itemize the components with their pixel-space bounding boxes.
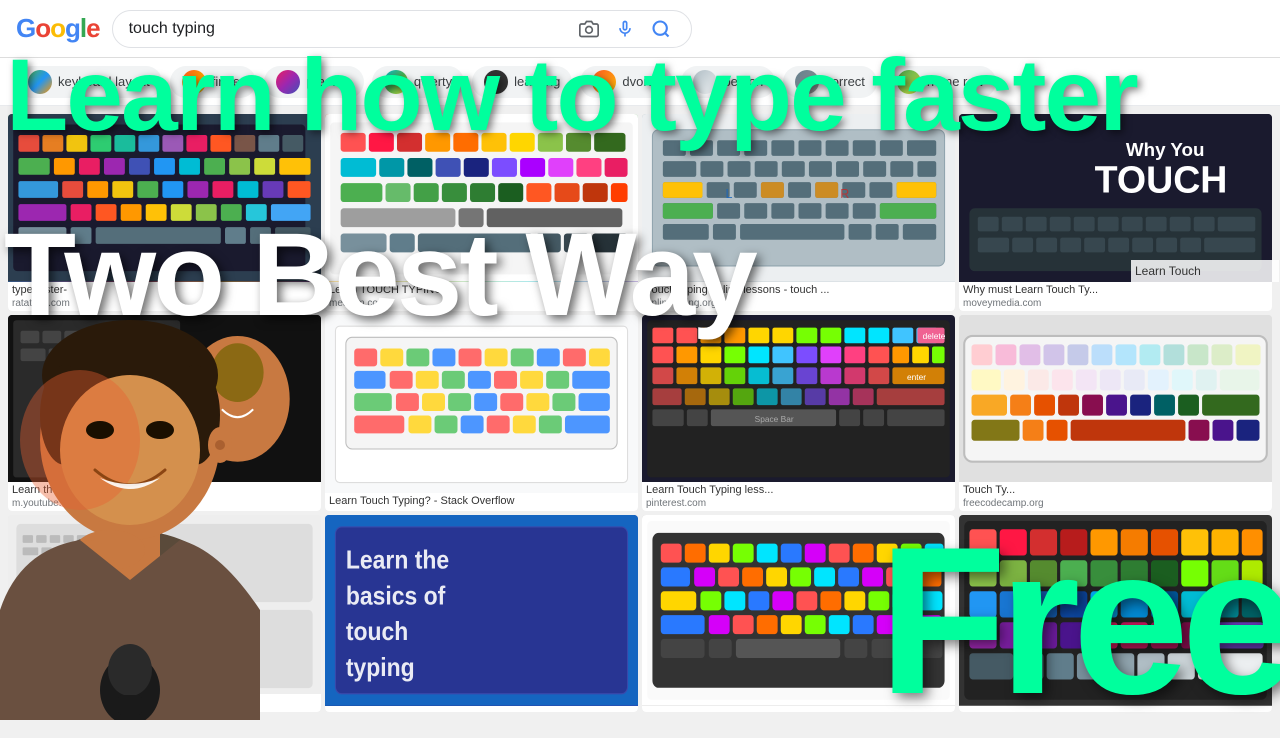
svg-text:basics of: basics of bbox=[346, 582, 446, 611]
image-source-3: onlinetyping.org bbox=[642, 298, 955, 311]
image-source-6 bbox=[325, 509, 638, 511]
image-thumb-6 bbox=[325, 315, 638, 494]
mic-search-icon[interactable] bbox=[611, 15, 639, 43]
svg-text:Learn the: Learn the bbox=[346, 547, 449, 576]
svg-text:TOUCH: TOUCH bbox=[1095, 159, 1228, 201]
search-box[interactable] bbox=[112, 10, 692, 48]
chip-qwerty[interactable]: qwerty bbox=[372, 66, 464, 98]
image-thumb-8 bbox=[959, 315, 1272, 483]
image-thumb-3: L R bbox=[642, 114, 955, 282]
image-card-12[interactable] bbox=[959, 515, 1272, 712]
image-label-2: Learn TOUCH TYPING ... bbox=[325, 282, 638, 298]
svg-text:R: R bbox=[840, 187, 849, 201]
image-thumb-10: Learn the basics of touch typing bbox=[325, 515, 638, 706]
image-source-12 bbox=[959, 710, 1272, 712]
svg-text:enter: enter bbox=[907, 372, 926, 382]
chip-practice[interactable]: practice bbox=[264, 66, 364, 98]
chip-keyboard-layout[interactable]: keyboard layout bbox=[16, 66, 162, 98]
svg-text:touch: touch bbox=[346, 618, 408, 647]
chip-person[interactable]: person bbox=[681, 66, 775, 98]
image-source-8: freecodecamp.org bbox=[959, 498, 1272, 511]
svg-text:typing: typing bbox=[346, 654, 415, 683]
chip-dvorak[interactable]: dvorak bbox=[580, 66, 673, 98]
image-card-6[interactable]: Learn Touch Typing? - Stack Overflow bbox=[325, 315, 638, 512]
learn-touch-overlay: Learn Touch bbox=[1131, 260, 1279, 282]
person-cutout bbox=[0, 230, 260, 720]
image-source-11 bbox=[642, 710, 955, 712]
image-source-4: moveymedia.com bbox=[959, 298, 1272, 311]
svg-text:Why You: Why You bbox=[1126, 139, 1205, 160]
image-thumb-12 bbox=[959, 515, 1272, 706]
google-search-bar: Google bbox=[0, 0, 1280, 58]
image-label-7: Learn Touch Typing less... bbox=[642, 482, 955, 498]
chip-correct[interactable]: correct bbox=[783, 66, 877, 98]
svg-text:Space Bar: Space Bar bbox=[755, 414, 794, 424]
image-card-8[interactable]: Touch Ty... freecodecamp.org bbox=[959, 315, 1272, 512]
image-thumb-7: delete Q W E R T Y U I O P bbox=[642, 315, 955, 483]
image-source-2: medium.com bbox=[325, 298, 638, 311]
chip-home-row[interactable]: home row bbox=[885, 66, 996, 98]
google-logo: Google bbox=[16, 13, 100, 44]
image-source-7: pinterest.com bbox=[642, 498, 955, 511]
svg-text:delete: delete bbox=[923, 331, 946, 341]
image-thumb-2 bbox=[325, 114, 638, 282]
image-thumb-4: Why You TOUCH bbox=[959, 114, 1272, 282]
filter-chips-bar: keyboard layout finger practice qwerty l… bbox=[0, 58, 1280, 106]
camera-search-icon[interactable] bbox=[575, 15, 603, 43]
search-input[interactable] bbox=[129, 20, 575, 38]
chip-finger[interactable]: finger bbox=[170, 66, 257, 98]
image-source-10 bbox=[325, 710, 638, 712]
image-card-7[interactable]: delete Q W E R T Y U I O P bbox=[642, 315, 955, 512]
svg-text:L: L bbox=[725, 187, 732, 201]
image-card-3[interactable]: L R Touch typing online lessons - touch … bbox=[642, 114, 955, 311]
search-submit-icon[interactable] bbox=[647, 15, 675, 43]
image-label-4: Why must Learn Touch Ty... bbox=[959, 282, 1272, 298]
image-card-10[interactable]: Learn the basics of touch typing bbox=[325, 515, 638, 712]
image-label-6: Learn Touch Typing? - Stack Overflow bbox=[325, 493, 638, 509]
chip-learning[interactable]: learning bbox=[472, 66, 572, 98]
image-card-11[interactable] bbox=[642, 515, 955, 712]
image-label-8: Touch Ty... bbox=[959, 482, 1272, 498]
image-thumb-11 bbox=[642, 515, 955, 706]
image-card-2[interactable]: Learn TOUCH TYPING ... medium.com bbox=[325, 114, 638, 311]
image-label-3: Touch typing online lessons - touch ... bbox=[642, 282, 955, 298]
